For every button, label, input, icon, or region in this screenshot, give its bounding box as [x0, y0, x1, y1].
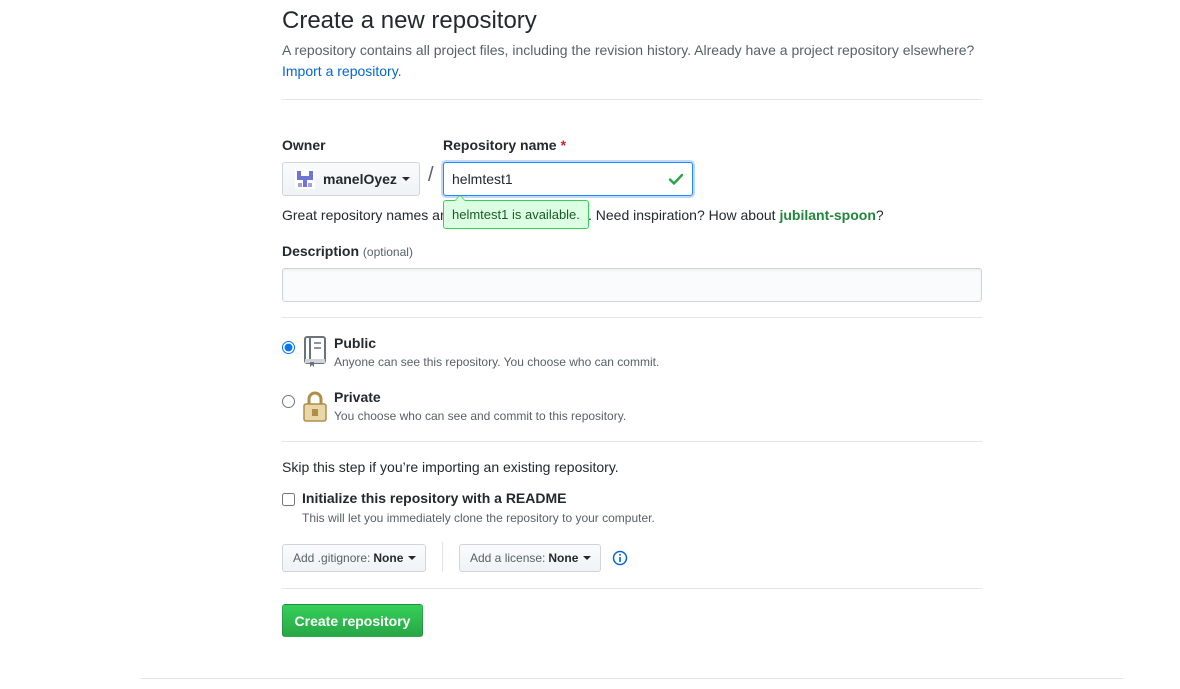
- optional-note: (optional): [362, 245, 413, 259]
- required-mark: *: [560, 137, 567, 153]
- gitignore-value: None: [373, 551, 404, 565]
- public-radio[interactable]: [282, 341, 295, 354]
- public-title: Public: [334, 335, 377, 351]
- import-repository-link[interactable]: Import a repository.: [282, 63, 402, 79]
- hint-text: . Need inspiration? How about jubilant-s…: [588, 205, 884, 225]
- owner-avatar-icon: [295, 169, 315, 189]
- init-readme-label[interactable]: Initialize this repository with a README: [302, 490, 566, 506]
- page-title: Create a new repository: [282, 7, 537, 34]
- chevron-down-icon: [401, 177, 410, 181]
- description-label-text: Description: [282, 243, 360, 259]
- divider: [282, 317, 982, 318]
- hint-middle: . Need inspiration? How about: [588, 207, 776, 223]
- description-input[interactable]: [282, 268, 982, 302]
- chevron-down-icon: [583, 556, 592, 560]
- hint-prefix: Great repository names ar: [282, 207, 445, 223]
- private-radio[interactable]: [282, 395, 295, 408]
- gitignore-select-button[interactable]: Add .gitignore: None: [282, 544, 426, 572]
- availability-tooltip: helmtest1 is available.: [443, 195, 589, 229]
- owner-select-button[interactable]: manelOyez: [282, 162, 420, 196]
- license-value: None: [548, 551, 579, 565]
- divider: [282, 588, 982, 589]
- description-label: Description (optional): [282, 243, 413, 259]
- owner-name: manelOyez: [323, 171, 397, 187]
- create-repository-button[interactable]: Create repository: [282, 604, 423, 637]
- owner-label: Owner: [282, 137, 326, 153]
- repo-name-label-text: Repository name: [443, 137, 557, 153]
- owner-repo-separator: /: [428, 164, 434, 186]
- info-icon[interactable]: [612, 550, 628, 566]
- chevron-down-icon: [408, 556, 417, 560]
- public-note: Anyone can see this repository. You choo…: [334, 355, 660, 369]
- check-icon: [668, 173, 684, 185]
- hint-suffix: ?: [875, 207, 884, 223]
- license-label: Add a license:: [470, 551, 546, 565]
- repo-book-icon: [304, 336, 326, 367]
- page-subtitle: A repository contains all project files,…: [282, 40, 1002, 82]
- page: Create a new repository A repository con…: [0, 0, 1180, 689]
- footer-divider: [141, 678, 1123, 679]
- skip-step-text: Skip this step if you’re importing an ex…: [282, 459, 619, 475]
- divider: [282, 99, 982, 100]
- private-title: Private: [334, 389, 381, 405]
- license-select-button[interactable]: Add a license: None: [459, 544, 601, 572]
- lock-icon: [303, 391, 327, 422]
- init-readme-note: This will let you immediately clone the …: [302, 511, 655, 525]
- subtitle-text: A repository contains all project files,…: [282, 42, 975, 58]
- repo-name-hint: Great repository names ar . Need inspira…: [282, 205, 884, 225]
- gitignore-label: Add .gitignore:: [293, 551, 371, 565]
- repo-name-input[interactable]: [444, 164, 670, 194]
- repo-name-label: Repository name *: [443, 137, 566, 153]
- init-readme-checkbox[interactable]: [282, 493, 295, 506]
- select-separator: [442, 542, 443, 572]
- suggested-name[interactable]: jubilant-spoon: [779, 207, 875, 223]
- private-note: You choose who can see and commit to thi…: [334, 409, 627, 423]
- repo-name-field: [443, 162, 693, 196]
- divider: [282, 441, 982, 442]
